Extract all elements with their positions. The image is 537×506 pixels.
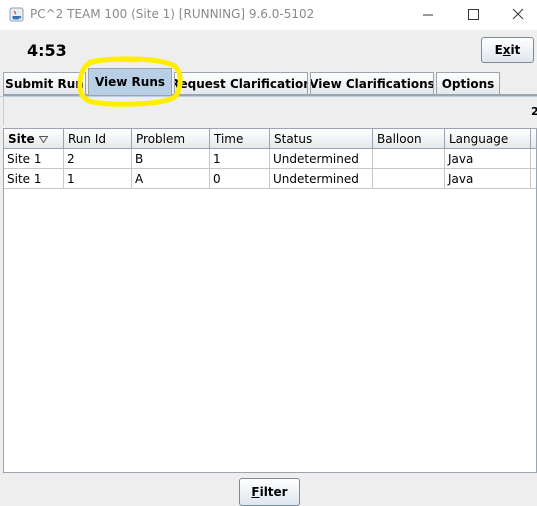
maximize-button[interactable] xyxy=(460,4,486,26)
close-button[interactable] xyxy=(505,4,531,26)
panel-border xyxy=(3,97,537,125)
tab-options[interactable]: Options xyxy=(436,72,500,94)
runs-table-header: Site Run Id Problem Time Status Balloon … xyxy=(4,129,536,149)
view-runs-panel: 2 Site Run Id Problem Time Status Balloo… xyxy=(0,96,537,506)
cell-site: Site 1 xyxy=(4,149,64,169)
cell-balloon xyxy=(373,169,445,189)
tab-request-clarification[interactable]: Request Clarification xyxy=(174,72,308,94)
cell-status: Undetermined xyxy=(270,169,373,189)
tab-view-clarifications[interactable]: View Clarifications xyxy=(310,72,434,94)
minimize-button[interactable] xyxy=(415,4,441,26)
sort-descending-icon xyxy=(38,135,48,143)
column-header-run-id[interactable]: Run Id xyxy=(64,129,132,149)
window-title: PC^2 TEAM 100 (Site 1) [RUNNING] 9.6.0-5… xyxy=(30,7,315,21)
column-header-balloon[interactable]: Balloon xyxy=(373,129,445,149)
column-label-site: Site xyxy=(8,132,35,146)
cell-status: Undetermined xyxy=(270,149,373,169)
cell-site: Site 1 xyxy=(4,169,64,189)
filter-label-rest: ilter xyxy=(259,485,288,499)
title-bar: PC^2 TEAM 100 (Site 1) [RUNNING] 9.6.0-5… xyxy=(0,0,537,30)
column-header-problem[interactable]: Problem xyxy=(132,129,210,149)
table-row[interactable]: Site 1 2 B 1 Undetermined Java xyxy=(4,149,536,169)
tab-view-runs[interactable]: View Runs xyxy=(88,68,172,95)
cell-problem: B xyxy=(132,149,210,169)
cell-balloon xyxy=(373,149,445,169)
runs-table[interactable]: Site Run Id Problem Time Status Balloon … xyxy=(3,128,537,473)
cell-run-id: 1 xyxy=(64,169,132,189)
column-header-site[interactable]: Site xyxy=(4,129,64,149)
cell-language: Java xyxy=(445,149,531,169)
exit-button[interactable]: Ex it xyxy=(481,37,534,63)
run-count-label: 2 xyxy=(531,105,537,118)
exit-label-first: E xyxy=(494,43,503,57)
cell-time: 0 xyxy=(210,169,270,189)
cell-time: 1 xyxy=(210,149,270,169)
column-header-language[interactable]: Language xyxy=(445,129,531,149)
exit-label-mnemonic: x xyxy=(502,43,511,57)
filter-label-mnemonic: F xyxy=(251,485,260,499)
tab-submit-run[interactable]: Submit Run xyxy=(3,72,86,94)
tab-strip: Submit Run View Runs Request Clarificati… xyxy=(3,68,537,95)
column-header-status[interactable]: Status xyxy=(270,129,373,149)
cell-language: Java xyxy=(445,169,531,189)
java-app-icon xyxy=(9,7,24,22)
table-row[interactable]: Site 1 1 A 0 Undetermined Java xyxy=(4,169,536,189)
exit-label-rest: it xyxy=(510,43,521,57)
filter-button[interactable]: Filter xyxy=(239,478,300,506)
cell-run-id: 2 xyxy=(64,149,132,169)
countdown-timer: 4:53 xyxy=(27,41,67,60)
cell-problem: A xyxy=(132,169,210,189)
column-header-time[interactable]: Time xyxy=(210,129,270,149)
main-content: 4:53 Ex it Submit Run View Runs Request C… xyxy=(0,30,537,506)
